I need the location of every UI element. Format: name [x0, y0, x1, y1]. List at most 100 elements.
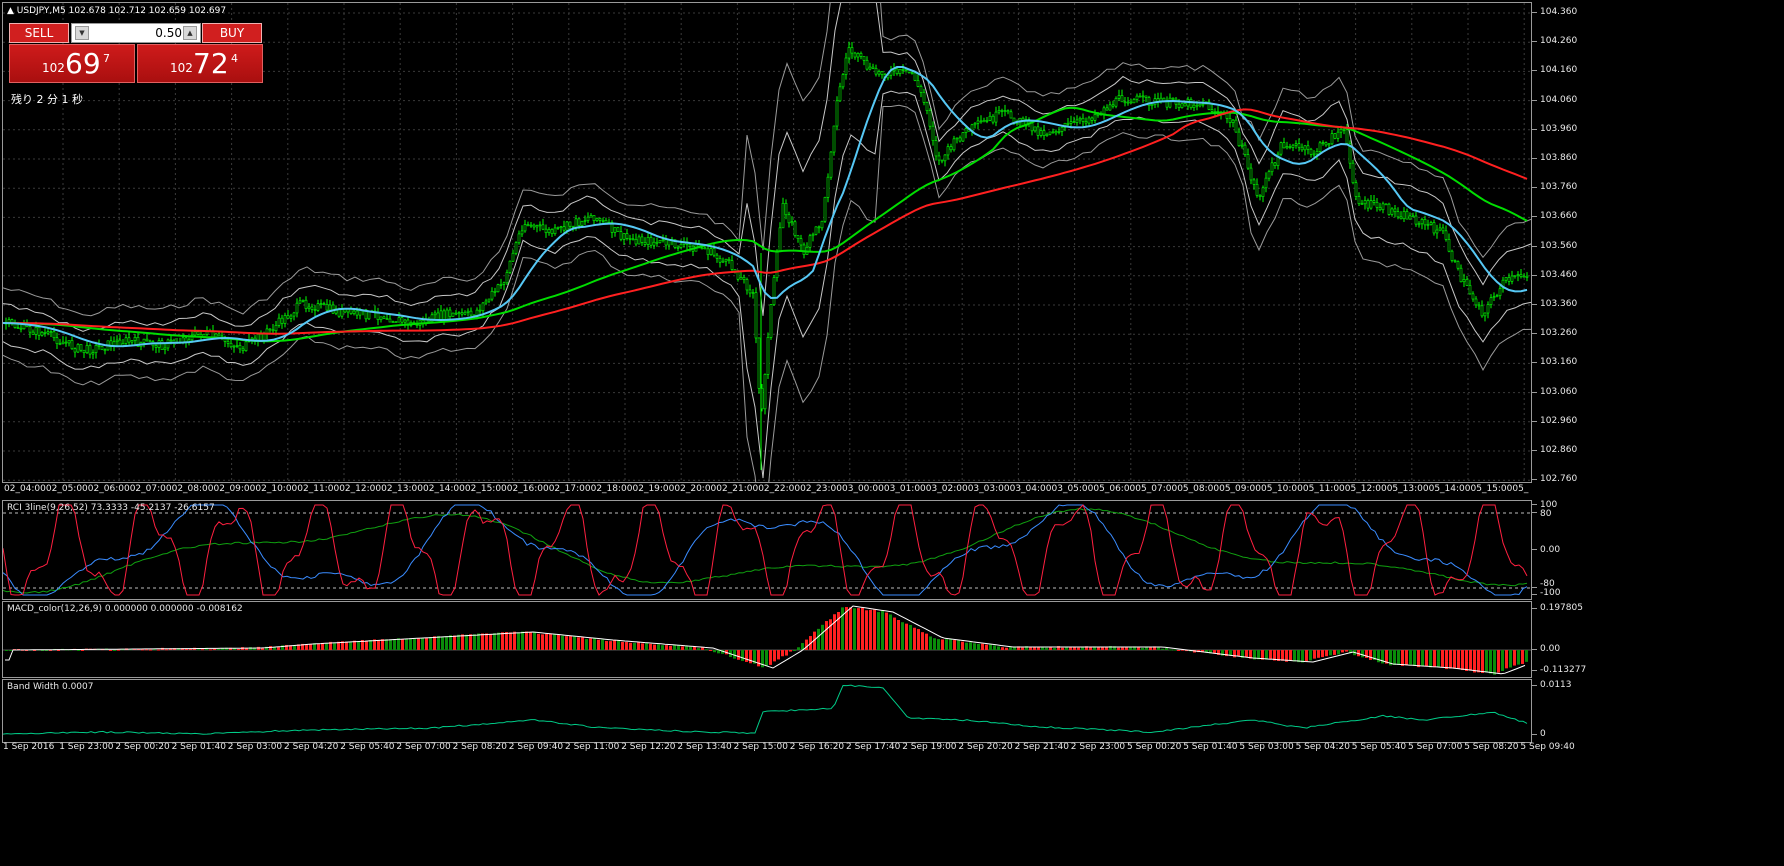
- macd-histogram-bar: [957, 640, 960, 650]
- price-chart-pane[interactable]: ▲ USDJPY,M5 102.678 102.712 102.659 102.…: [2, 2, 1532, 483]
- buy-price-button[interactable]: 102 72 4: [137, 44, 263, 83]
- candle-body: [1333, 133, 1337, 139]
- time-axis-label: 5 Sep 08:20: [1464, 742, 1519, 752]
- candle-body: [811, 233, 815, 237]
- candle-body: [1495, 295, 1499, 298]
- time-axis-label: 2 Sep 11:00: [565, 742, 620, 752]
- candle-body: [28, 326, 32, 333]
- candle-body: [925, 102, 929, 111]
- candle-body: [286, 315, 290, 319]
- macd-histogram-bar: [1245, 650, 1248, 658]
- bandwidth-axis: 0.0113 0: [1532, 679, 1572, 741]
- macd-histogram-bar: [1061, 647, 1064, 650]
- macd-histogram-bar: [605, 640, 608, 650]
- candle-body: [82, 349, 86, 354]
- candle-body: [748, 289, 752, 294]
- candle-body: [301, 299, 305, 302]
- candle-body: [1243, 144, 1247, 155]
- session-label: 02_23:00: [800, 484, 842, 494]
- candle-body: [589, 215, 593, 218]
- macd-histogram-bar: [537, 633, 540, 650]
- candle-body: [601, 219, 605, 222]
- candle-body: [1345, 129, 1349, 144]
- session-label: 05_08:00: [1177, 484, 1220, 494]
- collapse-triangle-icon[interactable]: ▲: [7, 6, 14, 16]
- time-axis-label: 2 Sep 20:20: [958, 742, 1013, 752]
- macd-indicator-pane[interactable]: MACD_color(12,26,9) 0.000000 0.000000 -0…: [2, 601, 1532, 678]
- candle-body: [1129, 101, 1133, 104]
- symbol-ohlc-text: USDJPY,M5 102.678 102.712 102.659 102.69…: [16, 6, 227, 16]
- candle-body: [1366, 200, 1370, 209]
- time-axis-label: 5 Sep 03:00: [1239, 742, 1294, 752]
- candle-body: [154, 345, 158, 348]
- candle-body: [160, 340, 164, 351]
- time-axis-label: 5 Sep 01:40: [1183, 742, 1238, 752]
- candle-body: [1489, 297, 1493, 305]
- lot-decrease-icon[interactable]: ▼: [75, 26, 89, 40]
- macd-histogram-bar: [1393, 650, 1396, 665]
- session-label: 02_16:00: [506, 484, 549, 494]
- rci-title: RCI 3line(9,26,52) 73.3333 -45.2137 -26.…: [7, 503, 215, 513]
- sell-price-button[interactable]: 102 69 7: [9, 44, 135, 83]
- macd-histogram-bar: [1301, 650, 1304, 663]
- candle-body: [235, 345, 239, 347]
- candle-body: [958, 137, 962, 142]
- candle-body: [532, 224, 536, 228]
- candle-body: [55, 337, 59, 344]
- buy-button[interactable]: BUY: [202, 23, 262, 43]
- macd-histogram-bar: [689, 646, 692, 650]
- macd-histogram-bar: [217, 648, 220, 650]
- candle-body: [973, 122, 977, 126]
- candle-body: [388, 318, 392, 323]
- macd-histogram-bar: [417, 638, 420, 650]
- sell-button[interactable]: SELL: [9, 23, 69, 43]
- session-label: 02_04:00: [4, 484, 46, 494]
- candle-body: [352, 310, 356, 314]
- candle-body: [1117, 95, 1121, 99]
- macd-histogram-bar: [185, 648, 188, 650]
- macd-histogram-bar: [889, 614, 892, 650]
- session-label: 03_01:00: [883, 484, 926, 494]
- macd-histogram-bar: [405, 638, 408, 650]
- candle-body: [688, 244, 692, 247]
- candle-body: [217, 333, 221, 337]
- candle-body: [595, 218, 599, 222]
- candle-body: [544, 228, 548, 233]
- candle-body: [1057, 131, 1061, 133]
- rci-indicator-pane[interactable]: RCI 3line(9,26,52) 73.3333 -45.2137 -26.…: [2, 500, 1532, 600]
- bandwidth-indicator-pane[interactable]: Band Width 0.0007: [2, 679, 1532, 743]
- candle-body: [868, 66, 872, 70]
- macd-histogram-bar: [1501, 650, 1504, 672]
- candle-body: [598, 218, 602, 221]
- macd-histogram-bar: [949, 639, 952, 650]
- candle-body: [382, 316, 386, 319]
- candle-body: [1240, 144, 1244, 147]
- macd-histogram-bar: [1077, 647, 1080, 650]
- candle-body: [277, 317, 281, 326]
- macd-histogram-bar: [1493, 650, 1496, 675]
- price-axis-label: 104.160: [1540, 65, 1578, 76]
- lot-size-value: 0.50: [155, 26, 182, 40]
- macd-histogram-bar: [509, 632, 512, 650]
- macd-histogram-bar: [545, 633, 548, 650]
- macd-axis-zero: 0.00: [1540, 644, 1561, 654]
- macd-histogram-bar: [937, 639, 940, 650]
- lot-size-field[interactable]: ▼ 0.50 ▲: [71, 23, 201, 43]
- candle-body: [592, 215, 596, 222]
- macd-histogram-bar: [585, 639, 588, 650]
- candle-body: [1030, 122, 1034, 132]
- candle-body: [1078, 117, 1082, 121]
- macd-histogram-bar: [677, 645, 680, 650]
- price-axis-label: 103.960: [1540, 123, 1578, 134]
- candle-body: [70, 340, 74, 350]
- macd-histogram-bar: [1317, 650, 1320, 658]
- candle-body: [799, 238, 803, 246]
- macd-histogram-bar: [473, 634, 476, 650]
- candle-body: [457, 312, 461, 315]
- lot-increase-icon[interactable]: ▲: [183, 26, 197, 40]
- macd-histogram-bar: [953, 640, 956, 650]
- candle-body: [1168, 97, 1172, 108]
- candle-body: [664, 239, 668, 246]
- macd-histogram-bar: [393, 639, 396, 650]
- time-axis-label: 5 Sep 00:20: [1127, 742, 1182, 752]
